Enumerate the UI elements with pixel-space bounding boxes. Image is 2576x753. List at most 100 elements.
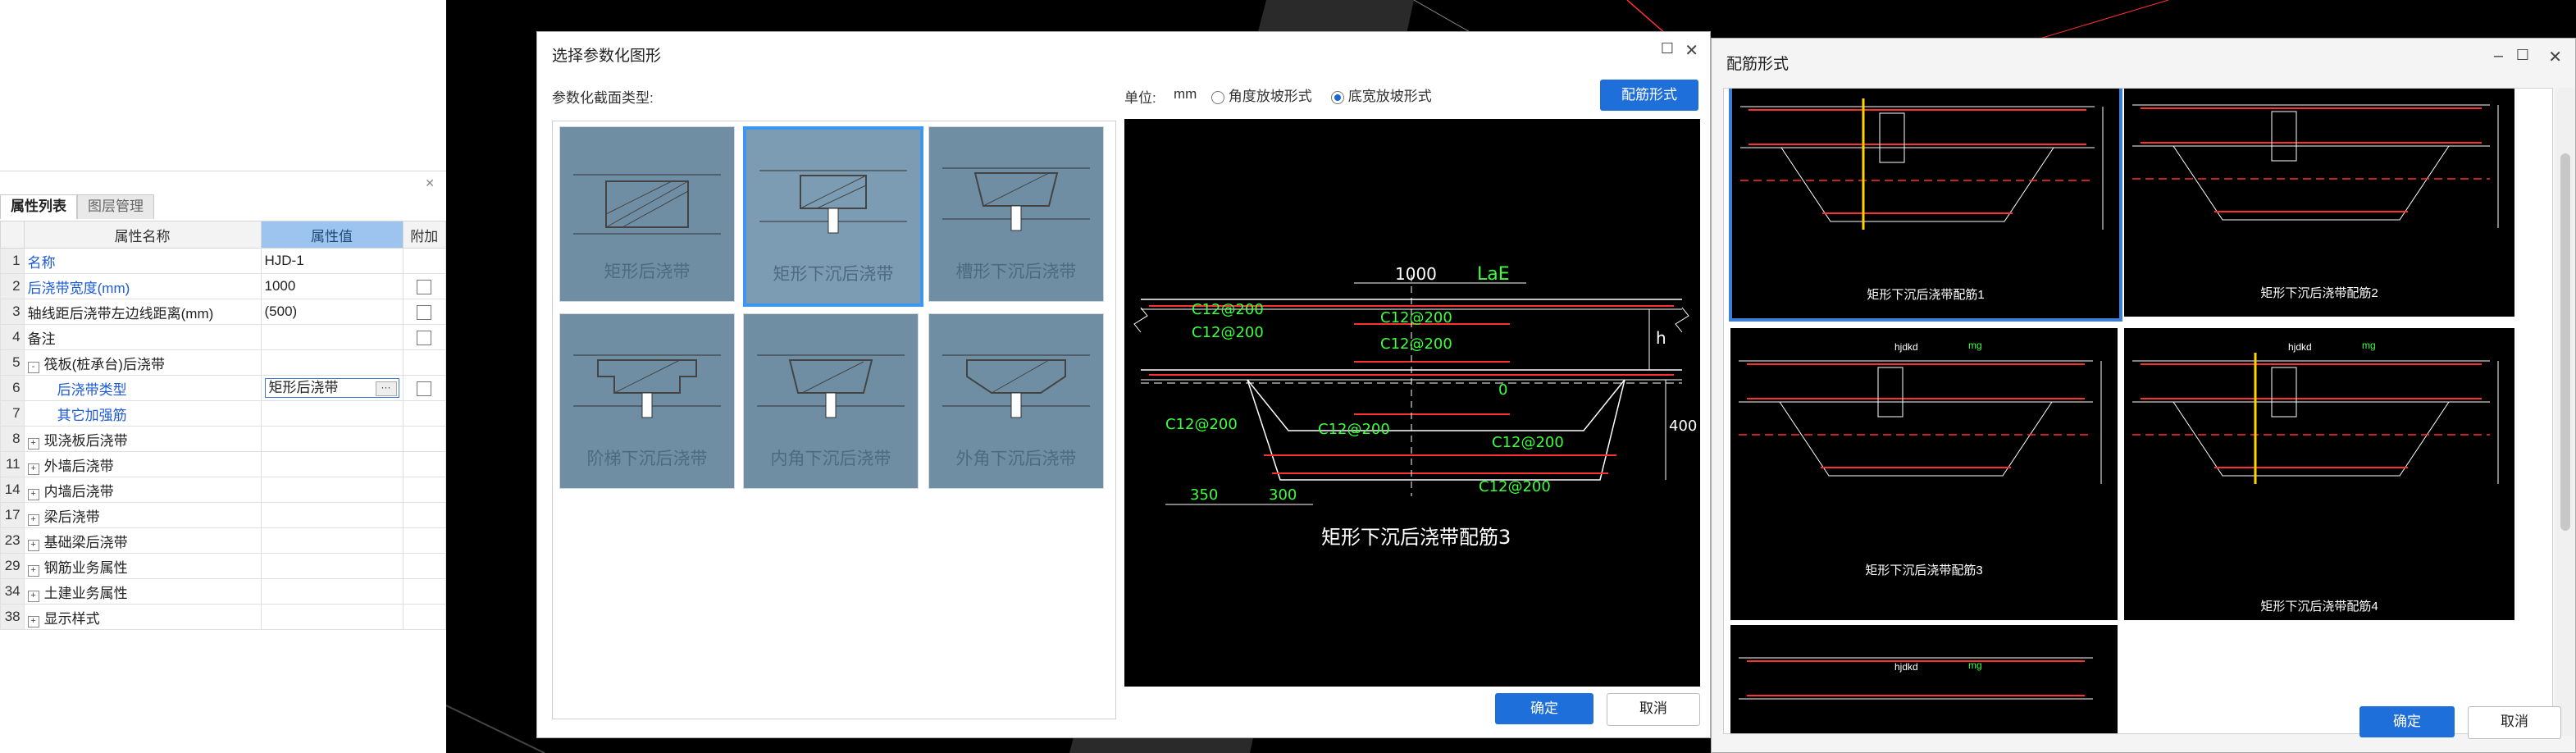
rebar-tile[interactable]: 矩形下沉后浇带配筋1: [1729, 89, 2122, 322]
property-value[interactable]: [260, 578, 403, 605]
property-value[interactable]: HJD-1: [260, 248, 403, 274]
maximize-icon[interactable]: ☐: [2516, 47, 2529, 64]
property-value[interactable]: [260, 604, 403, 630]
property-name-text: 后浇带宽度(mm): [27, 280, 130, 296]
shape-tile[interactable]: 内角下沉后浇带: [743, 313, 919, 489]
property-extra: [402, 324, 446, 350]
shape-tile[interactable]: 槽形下沉后浇带: [928, 126, 1104, 302]
property-name-text: 钢筋业务属性: [43, 559, 128, 576]
row-number: 29: [0, 553, 25, 579]
rebar-tile[interactable]: 矩形下沉后浇带配筋2: [2122, 89, 2516, 318]
rebar-thumbnail: [1739, 657, 2093, 700]
property-value[interactable]: [260, 477, 403, 503]
expand-icon[interactable]: +: [27, 615, 39, 628]
tab-property-list[interactable]: 属性列表: [0, 194, 77, 219]
rebar-label: C12@200: [1479, 478, 1551, 495]
shape-tile-label: 阶梯下沉后浇带: [586, 450, 708, 468]
property-value[interactable]: 矩形后浇带 ···: [260, 375, 403, 401]
property-row[interactable]: 1 名称 HJD-1: [0, 248, 446, 274]
section-type-label: 参数化截面类型:: [552, 90, 654, 106]
minimize-icon[interactable]: –: [2494, 47, 2503, 66]
ok-button[interactable]: 确定: [1495, 693, 1593, 724]
value-text: (500): [264, 303, 298, 319]
property-row[interactable]: 3 轴线距后浇带左边线距离(mm) (500): [0, 299, 446, 325]
property-row[interactable]: 29 + 钢筋业务属性: [0, 553, 446, 579]
header-name: 属性名称: [23, 221, 262, 249]
property-extra: [402, 299, 446, 325]
property-row[interactable]: 34 + 土建业务属性: [0, 578, 446, 605]
expand-icon[interactable]: +: [27, 513, 39, 526]
rebar-label: C12@200: [1492, 434, 1564, 451]
shape-tile[interactable]: 矩形下沉后浇带: [743, 126, 923, 307]
property-value[interactable]: (500): [260, 299, 403, 325]
radio-width-slope[interactable]: 底宽放坡形式: [1331, 84, 1432, 105]
property-value[interactable]: [260, 502, 403, 528]
top-dim-label: hjdkd: [1894, 661, 1918, 673]
rebar-tile[interactable]: hjdkd mg 矩形下沉后浇带配筋4: [2122, 326, 2516, 622]
expand-icon[interactable]: +: [27, 539, 39, 551]
property-name-text: 梁后浇带: [43, 509, 100, 525]
expand-icon[interactable]: +: [27, 590, 39, 602]
shape-thumbnail: [942, 167, 1090, 231]
radio-angle-icon[interactable]: [1211, 90, 1224, 104]
property-row[interactable]: 7 其它加强筋: [0, 400, 446, 427]
property-row[interactable]: 2 后浇带宽度(mm) 1000: [0, 273, 446, 299]
expand-icon[interactable]: +: [27, 463, 39, 475]
close-icon[interactable]: ✕: [1685, 40, 1698, 61]
gallery-scrollbar[interactable]: [2555, 88, 2575, 736]
property-name-text: 外墙后浇带: [43, 458, 114, 474]
header-value: 属性值: [260, 221, 403, 249]
shape-tile[interactable]: 外角下沉后浇带: [928, 313, 1104, 489]
property-row[interactable]: 6 后浇带类型 矩形后浇带 ···: [0, 375, 446, 401]
scrollbar-thumb[interactable]: [2560, 153, 2570, 531]
property-value[interactable]: [260, 527, 403, 554]
cancel-button[interactable]: 取消: [1607, 693, 1700, 726]
property-value[interactable]: [260, 426, 403, 452]
property-row[interactable]: 17 + 梁后浇带: [0, 502, 446, 528]
ok-button[interactable]: 确定: [2359, 706, 2455, 737]
cancel-button[interactable]: 取消: [2468, 706, 2561, 739]
row-number: 4: [0, 324, 25, 350]
rebar-tile[interactable]: hjdkd mg: [1729, 623, 2119, 733]
property-value[interactable]: [260, 400, 403, 427]
expand-icon[interactable]: +: [27, 488, 39, 500]
value-text: 1000: [264, 278, 296, 294]
expand-icon[interactable]: +: [27, 437, 39, 450]
extra-checkbox[interactable]: [417, 330, 432, 345]
left-blank-area: [0, 0, 446, 171]
maximize-icon[interactable]: ☐: [1661, 40, 1674, 57]
property-name-text: 其它加强筋: [57, 407, 127, 423]
row-number: 1: [0, 248, 25, 274]
radio-angle-slope[interactable]: 角度放坡形式: [1211, 84, 1312, 105]
collapse-icon[interactable]: -: [27, 361, 39, 373]
rebar-label: C12@200: [1380, 335, 1452, 353]
property-row[interactable]: 11 + 外墙后浇带: [0, 451, 446, 477]
property-value[interactable]: [260, 553, 403, 579]
extra-checkbox[interactable]: [417, 279, 432, 294]
property-value[interactable]: [260, 451, 403, 477]
shape-tile[interactable]: 矩形后浇带: [559, 126, 735, 302]
expand-icon[interactable]: +: [27, 564, 39, 577]
extra-checkbox[interactable]: [417, 381, 432, 396]
property-row[interactable]: 38 + 显示样式: [0, 604, 446, 630]
property-value[interactable]: [260, 349, 403, 376]
radio-width-icon[interactable]: [1331, 90, 1344, 104]
rebar-tile[interactable]: hjdkd mg 矩形下沉后浇带配筋3: [1729, 326, 2119, 622]
property-row[interactable]: 23 + 基础梁后浇带: [0, 527, 446, 554]
property-extra: [402, 578, 446, 605]
property-value[interactable]: [260, 324, 403, 350]
close-icon[interactable]: ✕: [2548, 47, 2562, 67]
property-row[interactable]: 14 + 内墙后浇带: [0, 477, 446, 503]
close-icon[interactable]: ✕: [425, 176, 435, 190]
value-editor[interactable]: 矩形后浇带 ···: [264, 378, 399, 398]
property-row[interactable]: 4 备注: [0, 324, 446, 350]
property-row[interactable]: 5- 筏板(桩承台)后浇带: [0, 349, 446, 376]
extra-checkbox[interactable]: [417, 304, 432, 320]
tab-layer-manage[interactable]: 图层管理: [77, 194, 154, 219]
shape-tile[interactable]: 阶梯下沉后浇带: [559, 313, 735, 489]
property-value[interactable]: 1000: [260, 273, 403, 299]
property-row[interactable]: 8 + 现浇板后浇带: [0, 426, 446, 452]
ellipsis-button[interactable]: ···: [375, 381, 397, 396]
rebar-form-button[interactable]: 配筋形式: [1600, 80, 1698, 111]
property-extra: [402, 248, 446, 274]
